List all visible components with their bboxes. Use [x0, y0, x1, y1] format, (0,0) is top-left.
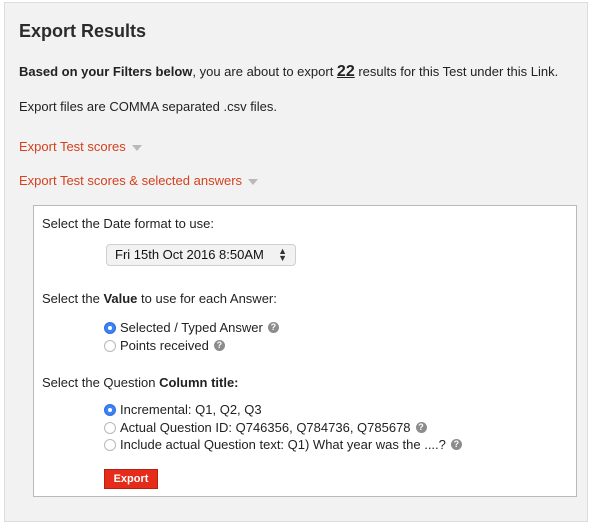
- value-option-label: Selected / Typed Answer: [120, 320, 263, 335]
- column-option-label: Actual Question ID: Q746356, Q784736, Q7…: [120, 420, 411, 435]
- export-scores-answers-link[interactable]: Export Test scores & selected answers: [19, 173, 259, 188]
- export-test-scores-label: Export Test scores: [19, 139, 126, 154]
- summary-text-end: results for this Test under this Link.: [354, 64, 559, 79]
- column-option-incremental[interactable]: Incremental: Q1, Q2, Q3: [104, 402, 262, 418]
- help-icon[interactable]: ?: [213, 340, 225, 352]
- csv-note: Export files are COMMA separated .csv fi…: [19, 99, 277, 114]
- result-count: 22: [336, 63, 355, 80]
- column-option-question-id[interactable]: Actual Question ID: Q746356, Q784736, Q7…: [104, 420, 427, 436]
- column-label-pre: Select the Question: [42, 375, 160, 390]
- column-label-bold: Column title:: [159, 375, 239, 390]
- export-results-panel: Export Results Based on your Filters bel…: [4, 2, 588, 522]
- date-format-select[interactable]: Fri 15th Oct 2016 8:50AM ▲ ▼: [106, 244, 296, 266]
- column-option-label: Include actual Question text: Q1) What y…: [120, 437, 446, 452]
- radio-selected-icon[interactable]: [104, 321, 116, 334]
- help-icon[interactable]: ?: [415, 422, 427, 434]
- radio-unselected-icon[interactable]: [104, 421, 116, 434]
- date-format-label: Select the Date format to use:: [42, 216, 214, 231]
- summary-lead: Based on your Filters below: [19, 64, 193, 79]
- value-option-label: Points received: [120, 338, 209, 353]
- help-icon[interactable]: ?: [450, 439, 462, 451]
- value-label-bold: Value: [103, 291, 138, 306]
- column-option-question-text[interactable]: Include actual Question text: Q1) What y…: [104, 437, 462, 453]
- value-label-pre: Select the: [42, 291, 104, 306]
- radio-unselected-icon[interactable]: [104, 438, 116, 451]
- caret-down-icon: [131, 144, 142, 151]
- export-test-scores-link[interactable]: Export Test scores: [19, 139, 142, 154]
- value-label-post: to use for each Answer:: [137, 291, 277, 306]
- export-scores-answers-label: Export Test scores & selected answers: [19, 173, 243, 188]
- caret-down-icon: [248, 178, 259, 185]
- date-format-value: Fri 15th Oct 2016 8:50AM: [115, 247, 264, 262]
- value-label: Select the Value to use for each Answer:: [42, 291, 277, 306]
- value-option-selected[interactable]: Selected / Typed Answer?: [104, 320, 279, 336]
- column-title-label: Select the Question Column title:: [42, 375, 239, 390]
- radio-unselected-icon[interactable]: [104, 339, 116, 352]
- export-options-box: Select the Date format to use: Fri 15th …: [33, 205, 577, 497]
- help-icon[interactable]: ?: [267, 322, 279, 334]
- value-option-points[interactable]: Points received?: [104, 338, 225, 354]
- select-arrows-icon: ▲ ▼: [278, 246, 287, 263]
- export-button[interactable]: Export: [104, 469, 158, 489]
- column-option-label: Incremental: Q1, Q2, Q3: [120, 402, 262, 417]
- summary-text: , you are about to export: [192, 64, 337, 79]
- radio-selected-icon[interactable]: [104, 403, 116, 416]
- export-summary: Based on your Filters below, you are abo…: [19, 63, 558, 81]
- page-title: Export Results: [19, 21, 147, 41]
